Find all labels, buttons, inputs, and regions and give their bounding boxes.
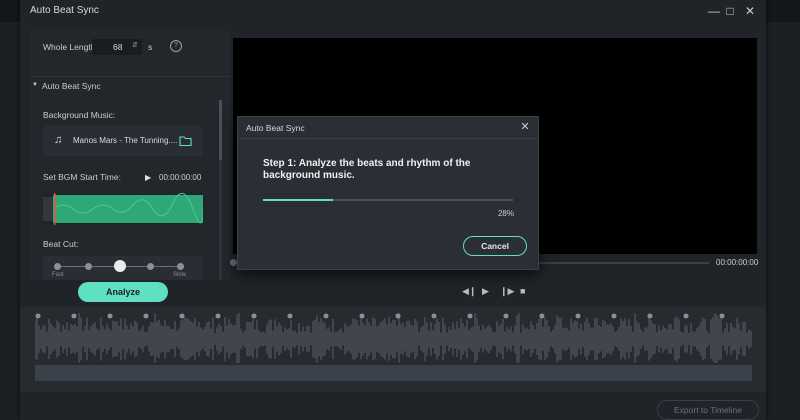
- music-name: Manos Mars - The Tunning....: [73, 136, 177, 145]
- beat-marker[interactable]: [359, 313, 365, 319]
- folder-icon[interactable]: [179, 135, 192, 146]
- play-button-icon[interactable]: ▶: [482, 286, 489, 297]
- beat-marker[interactable]: [647, 313, 653, 319]
- beat-marker[interactable]: [35, 313, 41, 319]
- bg-music-label: Background Music:: [43, 110, 116, 120]
- music-note-icon: ♫: [54, 134, 63, 146]
- beat-cut-label: Beat Cut:: [43, 239, 79, 249]
- scrollbar-thumb[interactable]: [219, 100, 222, 160]
- stop-icon[interactable]: ■: [520, 286, 525, 296]
- whole-length-input[interactable]: 68 ⇵: [92, 39, 142, 55]
- whole-length-label: Whole Length:: [43, 42, 98, 52]
- dialog-title: Auto Beat Sync: [246, 123, 305, 133]
- beat-marker[interactable]: [107, 313, 113, 319]
- beat-marker[interactable]: [539, 313, 545, 319]
- progress-percent: 28%: [497, 209, 514, 218]
- beat-marker[interactable]: [719, 313, 725, 319]
- dialog-divider: [238, 138, 538, 139]
- next-frame-icon[interactable]: ❙▶: [500, 286, 514, 297]
- beat-marker[interactable]: [611, 313, 617, 319]
- slider-stop[interactable]: [85, 263, 92, 270]
- background-music-selector[interactable]: ♫ Manos Mars - The Tunning....: [43, 126, 203, 156]
- analyze-progress-dialog: Auto Beat Sync ✕ Step 1: Analyze the bea…: [237, 116, 539, 270]
- export-to-timeline-button[interactable]: Export to Timeline: [657, 400, 759, 420]
- slider-thumb[interactable]: [114, 260, 126, 272]
- beat-marker[interactable]: [251, 313, 257, 319]
- section-title: Auto Beat Sync: [42, 81, 101, 91]
- prev-frame-icon[interactable]: ◀❙: [462, 286, 476, 297]
- beat-track[interactable]: [35, 365, 752, 381]
- beat-marker[interactable]: [179, 313, 185, 319]
- divider: [30, 76, 230, 77]
- dialog-message: Step 1: Analyze the beats and rhythm of …: [263, 158, 471, 181]
- beat-marker[interactable]: [467, 313, 473, 319]
- background-right-strip: [766, 22, 800, 420]
- help-icon[interactable]: ?: [170, 40, 182, 52]
- title-bar: Auto Beat Sync — □ ✕: [20, 0, 766, 22]
- bgm-waveform[interactable]: [43, 193, 204, 225]
- slider-stop[interactable]: [147, 263, 154, 270]
- beat-marker[interactable]: [683, 313, 689, 319]
- settings-panel: Whole Length: 68 ⇵ s ? ▼ Auto Beat Sync …: [30, 30, 230, 280]
- bgm-start-time: 00:00:00:00: [159, 173, 202, 182]
- stepper-icon[interactable]: ⇵: [132, 41, 138, 49]
- beat-marker[interactable]: [71, 313, 77, 319]
- cancel-button[interactable]: Cancel: [463, 236, 527, 256]
- background-left-strip: [0, 22, 20, 420]
- collapse-icon[interactable]: ▼: [32, 82, 38, 88]
- progress-fill: [263, 199, 333, 201]
- bgm-start-label: Set BGM Start Time:: [43, 172, 121, 182]
- waveform-graphic: [43, 193, 204, 225]
- beat-marker[interactable]: [503, 313, 509, 319]
- play-icon[interactable]: ▶: [145, 173, 151, 182]
- analyze-button[interactable]: Analyze: [78, 282, 168, 302]
- beat-cut-slider[interactable]: Fast Slow: [43, 256, 203, 280]
- timeline-waveform[interactable]: [35, 313, 752, 363]
- close-icon[interactable]: ✕: [518, 120, 532, 134]
- whole-length-value: 68: [113, 42, 123, 52]
- whole-length-unit: s: [148, 42, 153, 52]
- beat-marker[interactable]: [431, 313, 437, 319]
- window-title: Auto Beat Sync: [30, 5, 99, 16]
- progress-bar: [263, 199, 513, 201]
- maximize-icon[interactable]: □: [720, 3, 740, 19]
- seek-handle[interactable]: [230, 259, 237, 266]
- preview-time: 00:00:00:00: [716, 258, 759, 267]
- beat-marker[interactable]: [287, 313, 293, 319]
- beat-marker[interactable]: [323, 313, 329, 319]
- beat-cut-min: Fast: [52, 272, 64, 278]
- beat-marker[interactable]: [215, 313, 221, 319]
- close-icon[interactable]: ✕: [740, 3, 760, 19]
- beat-cut-max: Slow: [173, 272, 187, 278]
- slider-stop[interactable]: [54, 263, 61, 270]
- beat-marker[interactable]: [575, 313, 581, 319]
- waveform-path: [35, 313, 752, 363]
- beat-marker[interactable]: [143, 313, 149, 319]
- beat-marker[interactable]: [395, 313, 401, 319]
- slider-stop[interactable]: [177, 263, 184, 270]
